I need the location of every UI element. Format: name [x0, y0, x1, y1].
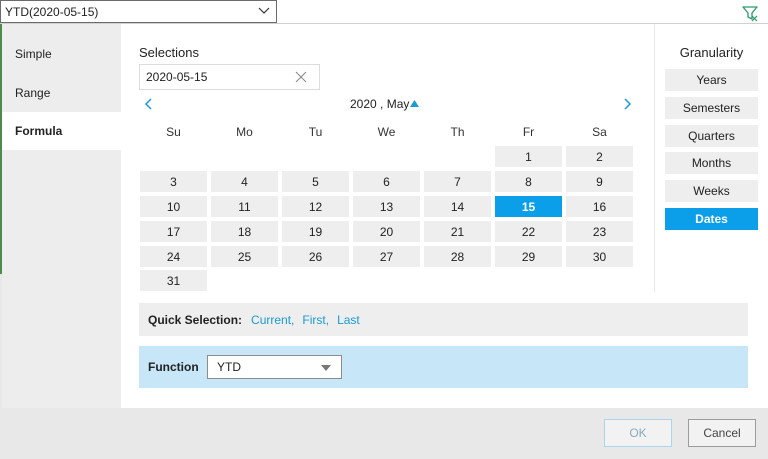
calendar-day[interactable]: 4 — [211, 171, 278, 192]
calendar-day[interactable]: 19 — [282, 221, 349, 242]
selections-label: Selections — [139, 45, 199, 60]
calendar-day[interactable]: 17 — [140, 221, 207, 242]
function-bar: Function YTD — [139, 346, 748, 388]
granularity-quarters-button[interactable]: Quarters — [665, 125, 758, 147]
weekday-header: Fr — [522, 125, 535, 139]
calendar-day[interactable]: 12 — [282, 196, 349, 217]
ok-button[interactable]: OK — [604, 419, 672, 447]
calendar-day[interactable]: 14 — [424, 196, 491, 217]
weekday-header: Sa — [592, 125, 607, 139]
calendar-day[interactable]: 24 — [140, 246, 207, 267]
weekday-header: Th — [450, 125, 465, 139]
calendar-day[interactable]: 30 — [566, 246, 633, 267]
granularity-semesters-button[interactable]: Semesters — [665, 97, 758, 119]
calendar-day[interactable]: 18 — [211, 221, 278, 242]
caret-up-icon[interactable] — [410, 100, 419, 107]
calendar-day[interactable]: 10 — [140, 196, 207, 217]
calendar-day[interactable]: 5 — [282, 171, 349, 192]
granularity-title: Granularity — [679, 45, 744, 60]
selection-input[interactable]: 2020-05-15 — [139, 64, 320, 90]
clear-icon[interactable] — [295, 71, 307, 83]
tab-formula-label: Formula — [15, 124, 63, 138]
month-label[interactable]: 2020 , May — [350, 97, 409, 111]
calendar-day[interactable]: 8 — [495, 171, 562, 192]
calendar-day[interactable]: 7 — [424, 171, 491, 192]
calendar-day[interactable]: 1 — [495, 146, 562, 167]
calendar-day[interactable]: 29 — [495, 246, 562, 267]
top-select-value: YTD(2020-05-15) — [5, 4, 99, 19]
weekday-header: Mo — [236, 125, 253, 139]
prev-month-icon[interactable] — [144, 98, 154, 110]
weekday-header: Tu — [308, 125, 323, 139]
calendar-day[interactable]: 31 — [140, 270, 207, 291]
mode-sidebar: Simple Range Formula — [2, 24, 121, 408]
divider — [654, 24, 655, 292]
quick-selection-label: Quick Selection: — [148, 312, 243, 327]
calendar-day[interactable]: 2 — [566, 146, 633, 167]
cancel-button[interactable]: Cancel — [688, 419, 756, 447]
next-month-icon[interactable] — [622, 98, 632, 110]
calendar-day[interactable]: 20 — [353, 221, 420, 242]
calendar-day[interactable]: 3 — [140, 171, 207, 192]
function-label: Function — [148, 360, 199, 374]
quick-link-last[interactable]: Last — [337, 313, 360, 327]
calendar-day[interactable]: 23 — [566, 221, 633, 242]
calendar-day[interactable]: 28 — [424, 246, 491, 267]
tab-simple[interactable]: Simple — [2, 35, 121, 73]
function-select[interactable]: YTD — [207, 355, 342, 379]
calendar-day[interactable]: 13 — [353, 196, 420, 217]
granularity-years-button[interactable]: Years — [665, 69, 758, 91]
caret-down-icon — [321, 365, 331, 371]
calendar-day[interactable]: 26 — [282, 246, 349, 267]
calendar-day[interactable]: 11 — [211, 196, 278, 217]
tab-range[interactable]: Range — [2, 74, 121, 112]
function-select-value: YTD — [217, 360, 241, 374]
tab-formula[interactable]: Formula — [2, 112, 121, 150]
quick-link-current[interactable]: Current, — [251, 313, 294, 327]
calendar-day[interactable]: 9 — [566, 171, 633, 192]
tab-range-label: Range — [15, 86, 51, 100]
tab-simple-label: Simple — [15, 47, 52, 61]
calendar-day[interactable]: 21 — [424, 221, 491, 242]
chevron-down-icon — [258, 7, 270, 14]
quick-selection-bar: Quick Selection: Current, First, Last — [139, 303, 748, 336]
calendar-day-selected[interactable]: 15 — [495, 196, 562, 217]
calendar-day[interactable]: 22 — [495, 221, 562, 242]
calendar-day[interactable]: 25 — [211, 246, 278, 267]
filter-icon[interactable] — [741, 4, 759, 22]
granularity-dates-button[interactable]: Dates — [665, 208, 758, 230]
granularity-months-button[interactable]: Months — [665, 152, 758, 174]
quick-link-first[interactable]: First, — [302, 313, 329, 327]
weekday-header: We — [377, 125, 396, 139]
calendar-day[interactable]: 16 — [566, 196, 633, 217]
top-select[interactable]: YTD(2020-05-15) — [0, 0, 277, 23]
calendar-day[interactable]: 27 — [353, 246, 420, 267]
selection-input-value: 2020-05-15 — [146, 70, 208, 84]
weekday-header: Su — [166, 125, 181, 139]
granularity-weeks-button[interactable]: Weeks — [665, 180, 758, 202]
calendar-day[interactable]: 6 — [353, 171, 420, 192]
